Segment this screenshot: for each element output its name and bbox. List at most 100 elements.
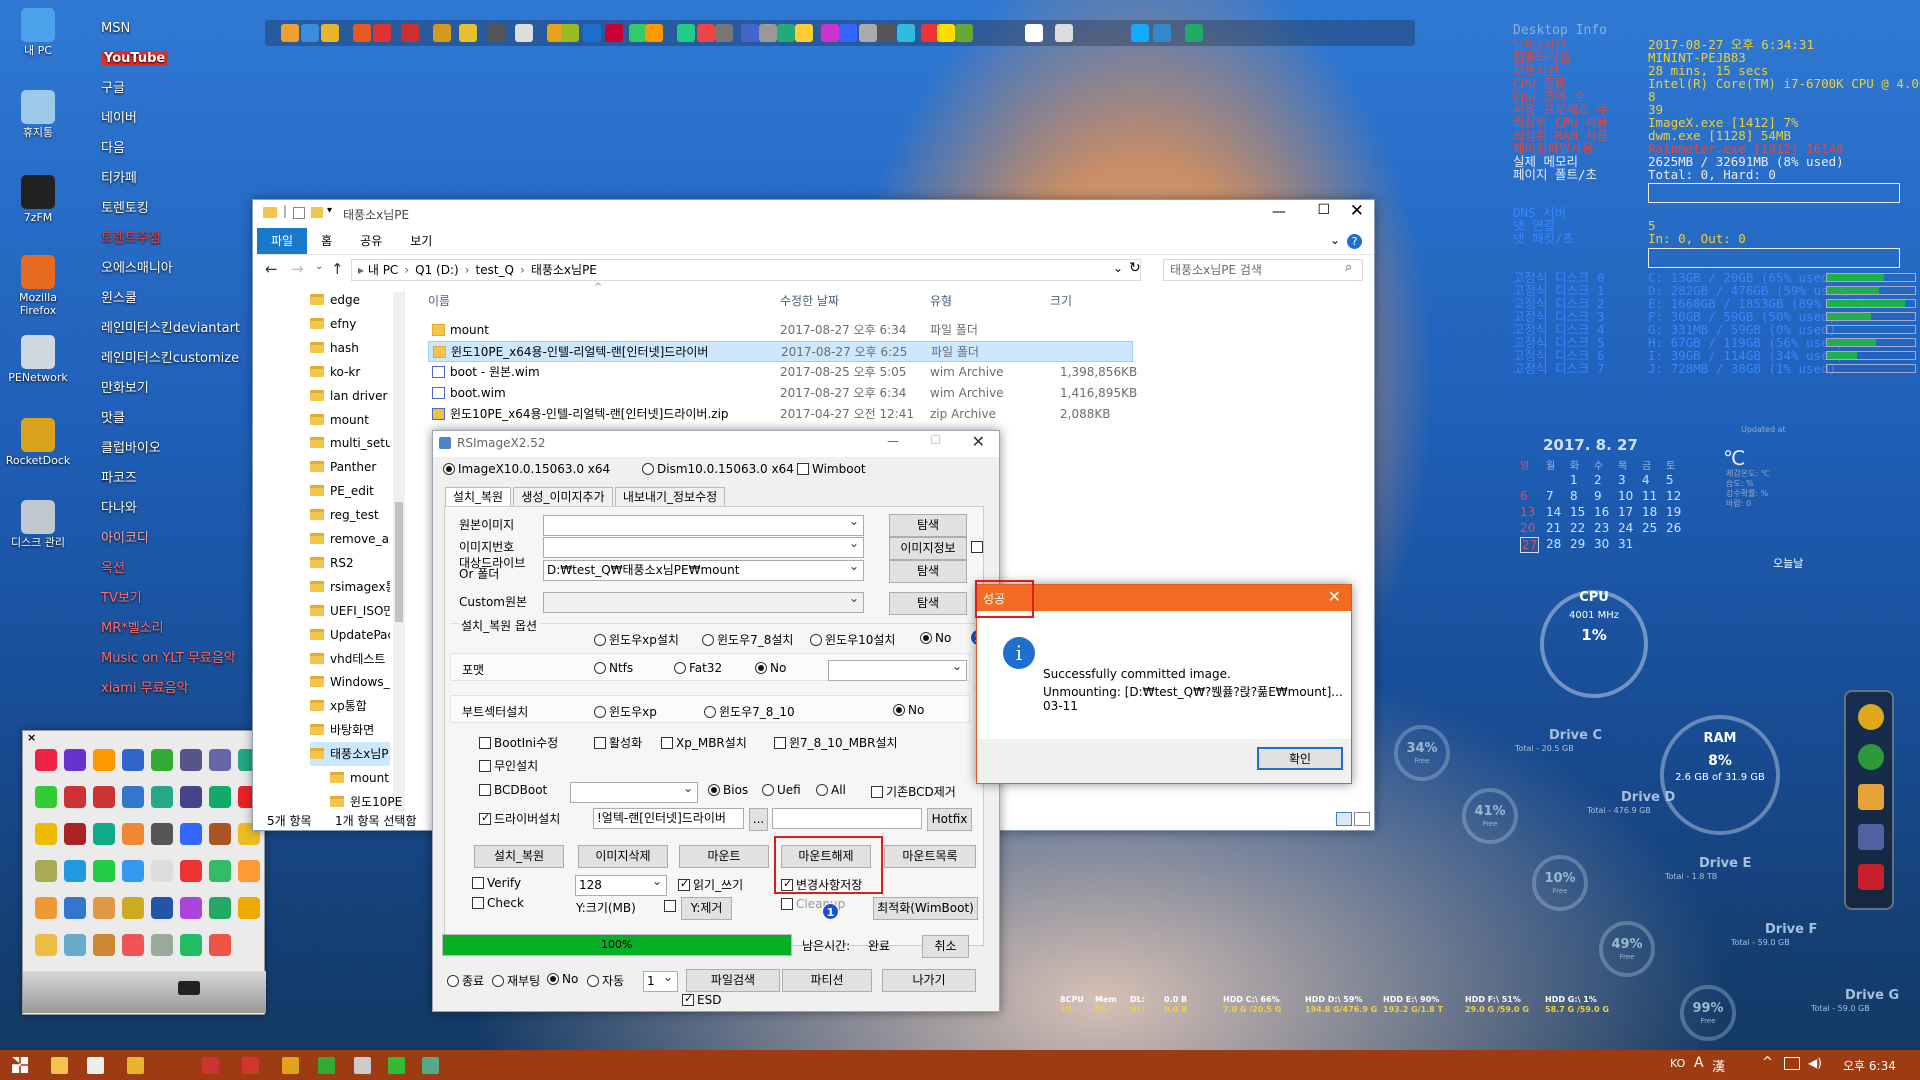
launcher-app-icon[interactable] <box>209 823 231 845</box>
radio-icon[interactable] <box>447 975 459 987</box>
desktop-icon[interactable]: 7zFM <box>0 175 76 224</box>
nav-scrollbar[interactable] <box>393 292 405 812</box>
maximize-icon[interactable]: ☐ <box>1317 202 1330 218</box>
radio-icon[interactable] <box>702 634 714 646</box>
checkbox-icon[interactable] <box>479 760 491 772</box>
after-action-radio[interactable]: 종료 <box>447 972 484 989</box>
radio-icon[interactable] <box>893 704 905 716</box>
breadcrumb-segment[interactable]: Q1 (D:) <box>415 263 459 277</box>
desktop-link[interactable]: xiami 무료음악 <box>101 674 240 704</box>
read-write-checkbox[interactable]: 읽기_쓰기 <box>678 876 743 893</box>
checkbox-icon[interactable] <box>479 737 491 749</box>
launcher-app-icon[interactable] <box>151 934 173 956</box>
taskbar-app-icon[interactable] <box>127 1057 144 1074</box>
file-row[interactable]: 윈도10PE_x64용-인텔-리얼텍-랜[인터넷]드라이버.zip 2017-04… <box>428 404 1133 425</box>
checkbox-icon[interactable] <box>682 992 694 1006</box>
firmware-radio[interactable]: Bios <box>708 783 748 797</box>
install-restore-button[interactable]: 설치_복원 <box>474 845 564 868</box>
checkbox-icon[interactable] <box>774 737 786 749</box>
close-icon[interactable]: ✕ <box>972 432 985 451</box>
radio-icon[interactable] <box>810 634 822 646</box>
side-dock[interactable] <box>1844 690 1894 910</box>
checkbox-icon[interactable] <box>781 898 793 910</box>
dock-app-icon[interactable] <box>561 24 579 42</box>
remove-bcd-checkbox[interactable]: 기존BCD제거 <box>871 783 956 800</box>
launcher-app-icon[interactable] <box>93 749 115 771</box>
nav-folder-item[interactable]: reg_test <box>310 503 390 527</box>
launcher-app-icon[interactable] <box>151 823 173 845</box>
desktop-link[interactable]: YouTube <box>101 44 240 74</box>
volume-icon[interactable]: ◀) <box>1808 1056 1822 1070</box>
browse-custom-button[interactable]: 탐색 <box>889 592 967 615</box>
activate-checkbox[interactable]: 활성화 <box>594 734 642 751</box>
close-icon[interactable]: ✕ <box>1350 201 1364 221</box>
nav-folder-item[interactable]: multi_setup <box>310 431 390 455</box>
custom-source-select[interactable] <box>543 592 864 613</box>
search-input[interactable]: 태풍소x님PE 검색 <box>1163 259 1363 281</box>
file-row[interactable]: boot.wim 2017-08-27 오후 6:34 wim Archive 1,4… <box>428 383 1137 404</box>
desktop-link[interactable]: 옥션 <box>101 554 240 584</box>
checkbox-icon[interactable] <box>661 737 673 749</box>
target-drive-select[interactable]: D:₩test_Q₩태풍소x님PE₩mount <box>543 560 864 581</box>
dock-app-icon[interactable] <box>645 24 663 42</box>
taskbar-app-icon[interactable] <box>422 1057 439 1074</box>
column-header[interactable]: 이름 <box>428 292 450 309</box>
maximize-icon[interactable]: ☐ <box>930 433 941 447</box>
launcher-app-icon[interactable] <box>64 786 86 808</box>
cancel-button[interactable]: 취소 <box>922 935 969 958</box>
dock-app-icon[interactable] <box>605 24 623 42</box>
y-remove-checkbox[interactable] <box>664 899 679 913</box>
input-mode-indicator[interactable]: A <box>1694 1055 1704 1071</box>
launcher-app-icon[interactable] <box>64 934 86 956</box>
launcher-app-icon[interactable] <box>93 786 115 808</box>
firmware-radio[interactable]: Uefi <box>762 783 801 797</box>
driver-install-checkbox[interactable]: 드라이버설치 <box>479 810 560 827</box>
tab-0[interactable]: 설치_복원 <box>445 487 511 507</box>
bootsector-radio[interactable]: No <box>893 703 924 717</box>
nav-folder-item[interactable]: vhd테스트 <box>310 647 390 671</box>
bcdboot-select[interactable] <box>570 782 698 803</box>
nav-folder-item[interactable]: xp통합 <box>310 694 390 718</box>
checkbox-icon[interactable] <box>871 786 883 798</box>
desktop-link[interactable]: 클럽바이오 <box>101 434 240 464</box>
image-info-checkbox[interactable] <box>971 541 983 553</box>
after-action-radio[interactable]: No <box>547 972 578 986</box>
side-dock-icon[interactable] <box>1858 784 1884 810</box>
nav-folder-item[interactable]: 태풍소x님P <box>310 742 390 767</box>
breadcrumb-root-icon[interactable]: ▸ <box>358 263 368 277</box>
breadcrumb-segment[interactable]: 내 PC <box>368 263 398 277</box>
launcher-app-icon[interactable] <box>122 934 144 956</box>
launcher-app-icon[interactable] <box>180 897 202 919</box>
desktop-icon[interactable]: 내 PC <box>0 8 76 57</box>
desktop-link[interactable]: MR*벨소리 <box>101 614 240 644</box>
dock-app-icon[interactable] <box>759 24 777 42</box>
minimize-icon[interactable]: — <box>887 434 899 448</box>
launcher-app-icon[interactable] <box>64 860 86 882</box>
launcher-app-icon[interactable] <box>64 897 86 919</box>
dock-app-icon[interactable] <box>401 24 419 42</box>
ime-indicator[interactable]: KO <box>1670 1057 1685 1070</box>
y-remove-button[interactable]: Y:제거 <box>681 897 732 920</box>
taskbar-app-icon[interactable] <box>388 1057 405 1074</box>
qat-dropdown-icon[interactable]: ▾ <box>327 205 332 216</box>
taskbar-app-icon[interactable] <box>282 1057 299 1074</box>
large-icons-view-icon[interactable] <box>1354 812 1370 826</box>
optimize-wimboot-button[interactable]: 최적화(WimBoot) <box>873 897 978 920</box>
close-icon[interactable]: ✕ <box>1328 587 1341 606</box>
launcher-app-icon[interactable] <box>93 897 115 919</box>
dock-app-icon[interactable] <box>1055 24 1073 42</box>
check-checkbox[interactable]: Check <box>472 896 524 910</box>
desktop-link[interactable]: 구글 <box>101 74 240 104</box>
desktop-link[interactable]: TV보기 <box>101 584 240 614</box>
launcher-app-icon[interactable] <box>93 860 115 882</box>
count-select[interactable]: 1 <box>643 971 678 992</box>
icon-launcher-window[interactable]: × <box>22 730 266 1015</box>
mount-button[interactable]: 마운트 <box>679 845 769 868</box>
delete-image-button[interactable]: 이미지삭제 <box>578 845 668 868</box>
checkbox-icon[interactable] <box>664 900 676 912</box>
dock-app-icon[interactable] <box>795 24 813 42</box>
firmware-radio[interactable]: All <box>816 783 846 797</box>
launcher-app-icon[interactable] <box>35 897 57 919</box>
hotfix-path-input[interactable] <box>772 808 922 829</box>
details-view-icon[interactable] <box>1336 812 1352 826</box>
